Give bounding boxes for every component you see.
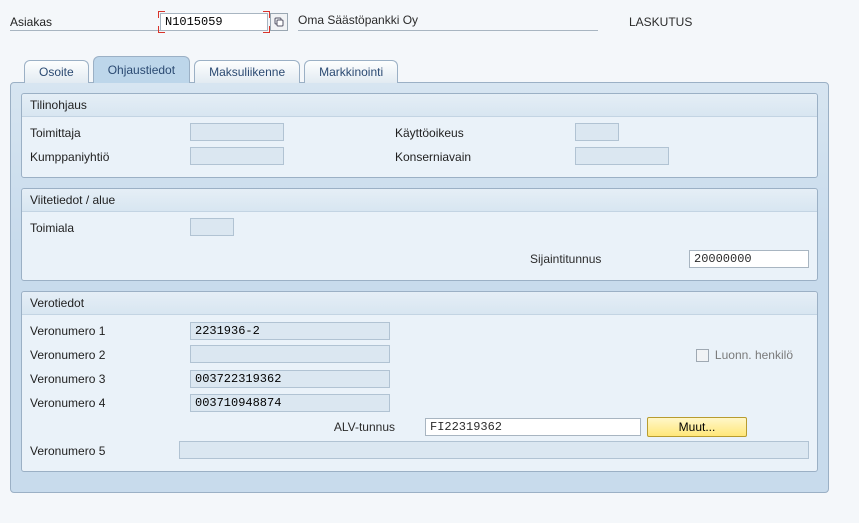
supplier-label: Toimittaja: [30, 126, 190, 140]
required-marker-bl: [158, 26, 165, 33]
more-button[interactable]: Muut...: [647, 417, 747, 437]
tax1-label: Veronumero 1: [30, 324, 190, 338]
tab-strip: Osoite Ohjaustiedot Maksuliikenne Markki…: [10, 56, 829, 83]
group-title-tax: Verotiedot: [22, 292, 817, 315]
group-account-control: Tilinohjaus Toimittaja Käyttöoikeus Kump…: [21, 93, 818, 178]
partner-field[interactable]: [190, 147, 284, 165]
customer-number-wrapper: [160, 13, 268, 31]
group-title-account: Tilinohjaus: [22, 94, 817, 117]
corpgroup-field[interactable]: [575, 147, 669, 165]
tab-address[interactable]: Osoite: [24, 60, 89, 83]
tax2-label: Veronumero 2: [30, 348, 190, 362]
tax5-label: Veronumero 5: [30, 444, 179, 458]
partner-label: Kumppaniyhtiö: [30, 150, 190, 164]
customer-name: Oma Säästöpankki Oy: [298, 13, 598, 31]
tab-panel-control: Tilinohjaus Toimittaja Käyttöoikeus Kump…: [10, 82, 829, 493]
supplier-field[interactable]: [190, 123, 284, 141]
group-tax: Verotiedot Veronumero 1 2231936-2 Veronu…: [21, 291, 818, 472]
customer-number-input[interactable]: [160, 13, 268, 31]
group-reference: Viitetiedot / alue Toimiala Sijaintitunn…: [21, 188, 818, 281]
billing-type: LASKUTUS: [629, 15, 829, 29]
checkbox-icon: [696, 349, 709, 362]
tax3-label: Veronumero 3: [30, 372, 190, 386]
vat-input[interactable]: FI22319362: [425, 418, 641, 436]
tab-marketing[interactable]: Markkinointi: [304, 60, 398, 83]
vat-label: ALV-tunnus: [334, 420, 395, 434]
tax1-field[interactable]: 2231936-2: [190, 322, 390, 340]
industry-label: Toimiala: [30, 221, 190, 235]
authorization-field[interactable]: [575, 123, 619, 141]
customer-label: Asiakas: [10, 13, 160, 31]
search-help-button[interactable]: [270, 13, 288, 31]
tax2-field[interactable]: [190, 345, 390, 363]
customer-header: Asiakas Oma Säästöpankki Oy LASKUTUS: [10, 10, 829, 34]
tab-control[interactable]: Ohjaustiedot: [93, 56, 190, 83]
corpgroup-label: Konserniavain: [395, 150, 575, 164]
tab-payment[interactable]: Maksuliikenne: [194, 60, 300, 83]
location-label: Sijaintitunnus: [530, 252, 689, 266]
tax5-field[interactable]: [179, 441, 809, 459]
tax4-field[interactable]: 003710948874: [190, 394, 390, 412]
authorization-label: Käyttöoikeus: [395, 126, 575, 140]
natural-person-label: Luonn. henkilö: [715, 348, 793, 362]
tax4-label: Veronumero 4: [30, 396, 190, 410]
industry-field[interactable]: [190, 218, 234, 236]
required-marker-br: [263, 26, 270, 33]
location-input[interactable]: 20000000: [689, 250, 809, 268]
group-title-reference: Viitetiedot / alue: [22, 189, 817, 212]
natural-person-checkbox[interactable]: Luonn. henkilö: [696, 348, 793, 362]
search-help-icon: [274, 17, 284, 27]
tax3-field[interactable]: 003722319362: [190, 370, 390, 388]
